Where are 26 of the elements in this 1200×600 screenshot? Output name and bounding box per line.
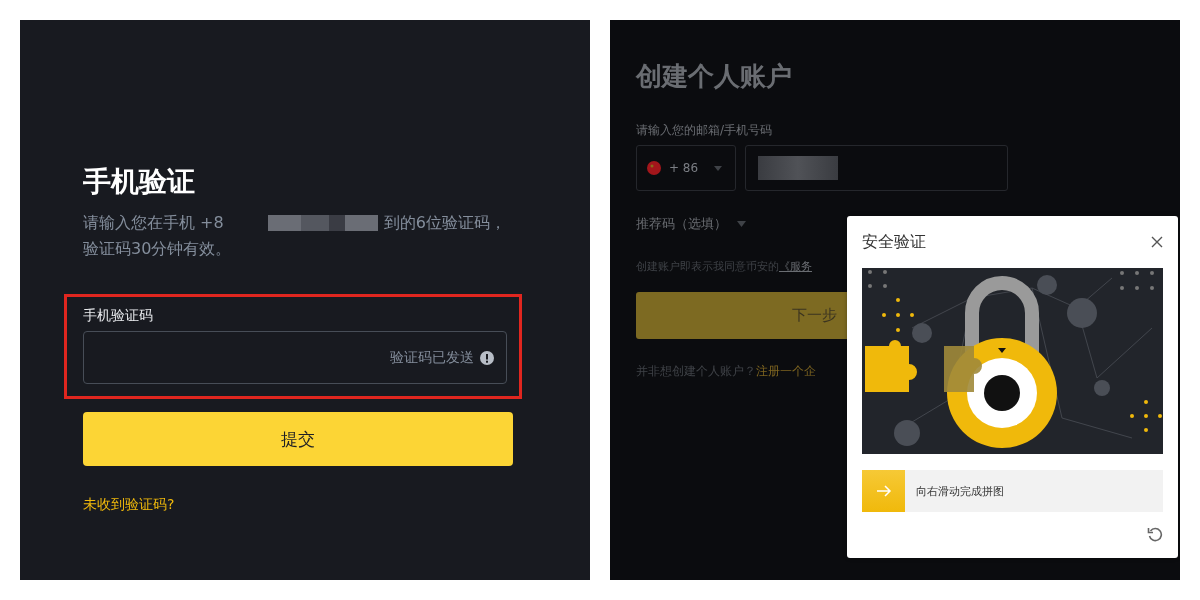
validity-text: 验证码30分钟有效。 [83,238,232,260]
code-sent-status: 验证码已发送 [390,348,474,367]
close-icon[interactable] [1151,236,1163,248]
refresh-icon[interactable] [1147,526,1163,542]
info-icon [480,350,494,365]
caret-icon [737,221,746,227]
referral-toggle[interactable]: 推荐码（选填） [636,215,746,233]
page-title: 创建个人账户 [636,60,793,93]
country-code-select[interactable]: + 86 [636,145,736,191]
slider-handle[interactable] [862,470,905,512]
code-input-field[interactable]: 验证码已发送 [83,331,507,384]
dialog-title: 安全验证 [862,231,926,253]
instruction-text: 到的6位验证码， [383,212,506,234]
page-title: 手机验证 [83,164,196,200]
business-account-link[interactable]: 注册一个企 [756,363,816,380]
phone-input-field[interactable] [745,145,1008,191]
field-label: 手机验证码 [83,306,153,325]
terms-link[interactable]: 《服务 [779,259,812,274]
instruction-text: 请输入您在手机 +8 [83,212,224,234]
arrow-right-icon [875,485,892,497]
submit-button[interactable]: 提交 [83,412,513,466]
slider-hint: 向右滑动完成拼图 [916,483,1004,499]
resend-code-link[interactable]: 未收到验证码? [83,496,175,514]
flag-icon [647,161,661,175]
field-label: 请输入您的邮箱/手机号码 [636,122,773,139]
caret-icon [714,165,723,171]
